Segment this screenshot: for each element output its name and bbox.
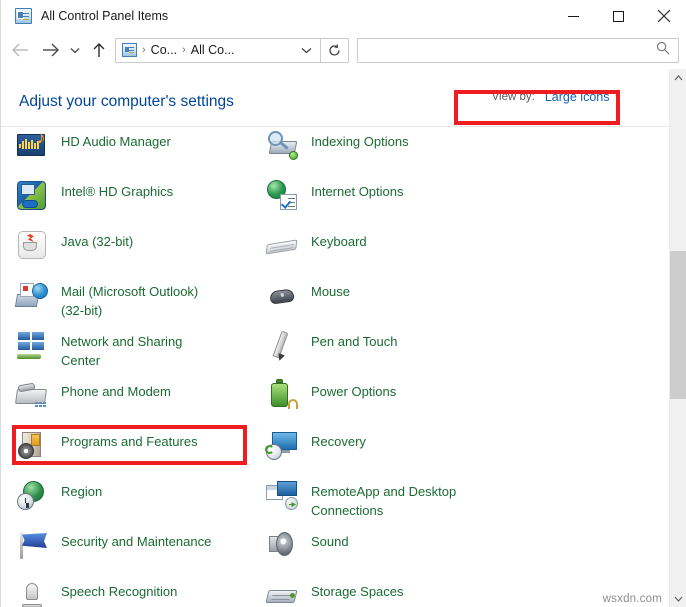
- recovery-icon: [265, 428, 299, 462]
- control-panel-window: All Control Panel Items: [0, 0, 686, 607]
- internet-options-icon: [265, 178, 299, 212]
- control-panel-item-storage-spaces[interactable]: Storage Spaces: [265, 577, 515, 607]
- item-label: Programs and Features: [61, 428, 198, 451]
- page-title: Adjust your computer's settings: [19, 93, 234, 111]
- region-icon: [15, 478, 49, 512]
- vertical-scrollbar[interactable]: [669, 69, 686, 607]
- pen-and-touch-icon: [265, 328, 299, 362]
- maximize-icon[interactable]: [596, 0, 641, 32]
- control-panel-item-programs-and-features[interactable]: Programs and Features: [15, 427, 265, 477]
- phone-and-modem-icon: [15, 378, 49, 412]
- item-label: Phone and Modem: [61, 378, 171, 401]
- item-label: Security and Maintenance: [61, 528, 211, 551]
- close-icon[interactable]: [641, 0, 686, 32]
- control-panel-item-mail[interactable]: Mail (Microsoft Outlook) (32-bit): [15, 277, 265, 327]
- navigation-toolbar: › Co... › All Co...: [1, 32, 686, 68]
- search-icon: [656, 41, 670, 60]
- control-panel-item-java[interactable]: Java (32-bit): [15, 227, 265, 277]
- view-by-control[interactable]: View by: Large icons ▾: [484, 87, 628, 107]
- back-arrow-icon[interactable]: [5, 37, 35, 63]
- control-panel-item-keyboard[interactable]: Keyboard: [265, 227, 515, 277]
- item-label: Mail (Microsoft Outlook) (32-bit): [61, 278, 198, 320]
- item-label: Keyboard: [311, 228, 367, 251]
- item-label: HD Audio Manager: [61, 128, 171, 151]
- control-panel-item-mouse[interactable]: Mouse: [265, 277, 515, 327]
- item-label: Region: [61, 478, 102, 501]
- control-panel-items-grid: ♪ HD Audio Manager Intel® HD Graphics Ja…: [1, 127, 669, 607]
- java-icon: [15, 228, 49, 262]
- control-panel-item-remoteapp-and-desktop-connections[interactable]: RemoteApp and Desktop Connections: [265, 477, 515, 527]
- control-panel-item-pen-and-touch[interactable]: Pen and Touch: [265, 327, 515, 377]
- control-panel-item-intel-hd-graphics[interactable]: Intel® HD Graphics: [15, 177, 265, 227]
- refresh-button[interactable]: [321, 38, 349, 63]
- item-label: Mouse: [311, 278, 350, 301]
- keyboard-icon: [265, 228, 299, 262]
- breadcrumb-segment-2[interactable]: All Co...: [191, 43, 235, 57]
- search-box[interactable]: [357, 38, 679, 63]
- breadcrumb-chevron-down-icon[interactable]: [301, 47, 312, 54]
- item-label: Speech Recognition: [61, 578, 177, 601]
- control-panel-item-region[interactable]: Region: [15, 477, 265, 527]
- remoteapp-desktop-connections-icon: [265, 478, 299, 512]
- view-by-value[interactable]: Large icons: [545, 90, 610, 104]
- title-bar: All Control Panel Items: [1, 0, 686, 32]
- control-panel-item-security-and-maintenance[interactable]: Security and Maintenance: [15, 527, 265, 577]
- control-panel-item-speech-recognition[interactable]: Speech Recognition: [15, 577, 265, 607]
- breadcrumb-segment-1[interactable]: Co...: [151, 43, 177, 57]
- item-label: Internet Options: [311, 178, 404, 201]
- intel-hd-graphics-icon: [15, 178, 49, 212]
- hd-audio-manager-icon: ♪: [15, 128, 49, 162]
- item-label: Java (32-bit): [61, 228, 133, 251]
- items-column-left: ♪ HD Audio Manager Intel® HD Graphics Ja…: [15, 127, 265, 607]
- indexing-options-icon: [265, 128, 299, 162]
- item-label: Indexing Options: [311, 128, 409, 151]
- recent-locations-chevron-icon[interactable]: [65, 37, 85, 63]
- control-panel-item-power-options[interactable]: Power Options: [265, 377, 515, 427]
- content-area: Adjust your computer's settings View by:…: [1, 68, 686, 607]
- search-input[interactable]: [365, 43, 656, 57]
- control-panel-item-hd-audio-manager[interactable]: ♪ HD Audio Manager: [15, 127, 265, 177]
- forward-arrow-icon[interactable]: [35, 37, 65, 63]
- control-panel-icon: [15, 8, 32, 24]
- scroll-up-arrow-icon[interactable]: [670, 69, 686, 86]
- item-label: Intel® HD Graphics: [61, 178, 173, 201]
- breadcrumb-control-panel-icon: [122, 43, 137, 57]
- item-label: Recovery: [311, 428, 366, 451]
- item-label: Sound: [311, 528, 349, 551]
- sound-icon: [265, 528, 299, 562]
- item-label: Storage Spaces: [311, 578, 404, 601]
- item-label: Power Options: [311, 378, 396, 401]
- items-column-right: Indexing Options Internet Options Keyboa…: [265, 127, 515, 607]
- control-panel-item-network-and-sharing-center[interactable]: Network and Sharing Center: [15, 327, 265, 377]
- scroll-down-arrow-icon[interactable]: [670, 590, 686, 607]
- security-maintenance-icon: [15, 528, 49, 562]
- control-panel-item-phone-and-modem[interactable]: Phone and Modem: [15, 377, 265, 427]
- control-panel-item-indexing-options[interactable]: Indexing Options: [265, 127, 515, 177]
- control-panel-item-sound[interactable]: Sound: [265, 527, 515, 577]
- scrollbar-thumb[interactable]: [670, 251, 686, 399]
- control-panel-item-recovery[interactable]: Recovery: [265, 427, 515, 477]
- item-label: RemoteApp and Desktop Connections: [311, 478, 456, 520]
- minimize-icon[interactable]: [551, 0, 596, 32]
- window-title: All Control Panel Items: [41, 9, 168, 23]
- mail-outlook-icon: [15, 278, 49, 312]
- control-panel-item-internet-options[interactable]: Internet Options: [265, 177, 515, 227]
- power-options-icon: [265, 378, 299, 412]
- breadcrumb-separator-1: ›: [137, 44, 151, 56]
- speech-recognition-icon: [15, 578, 49, 607]
- item-label: Network and Sharing Center: [61, 328, 182, 370]
- chevron-down-icon[interactable]: ▾: [615, 93, 620, 102]
- programs-and-features-icon: [15, 428, 49, 462]
- item-label: Pen and Touch: [311, 328, 398, 351]
- view-by-label: View by:: [492, 91, 535, 103]
- watermark: wsxdn.com: [603, 593, 662, 605]
- address-bar[interactable]: › Co... › All Co...: [115, 38, 321, 63]
- network-sharing-center-icon: [15, 328, 49, 362]
- mouse-icon: [265, 278, 299, 312]
- up-arrow-icon[interactable]: [85, 37, 113, 63]
- breadcrumb-separator-2: ›: [177, 44, 191, 56]
- storage-spaces-icon: [265, 578, 299, 607]
- window-controls: [551, 0, 686, 32]
